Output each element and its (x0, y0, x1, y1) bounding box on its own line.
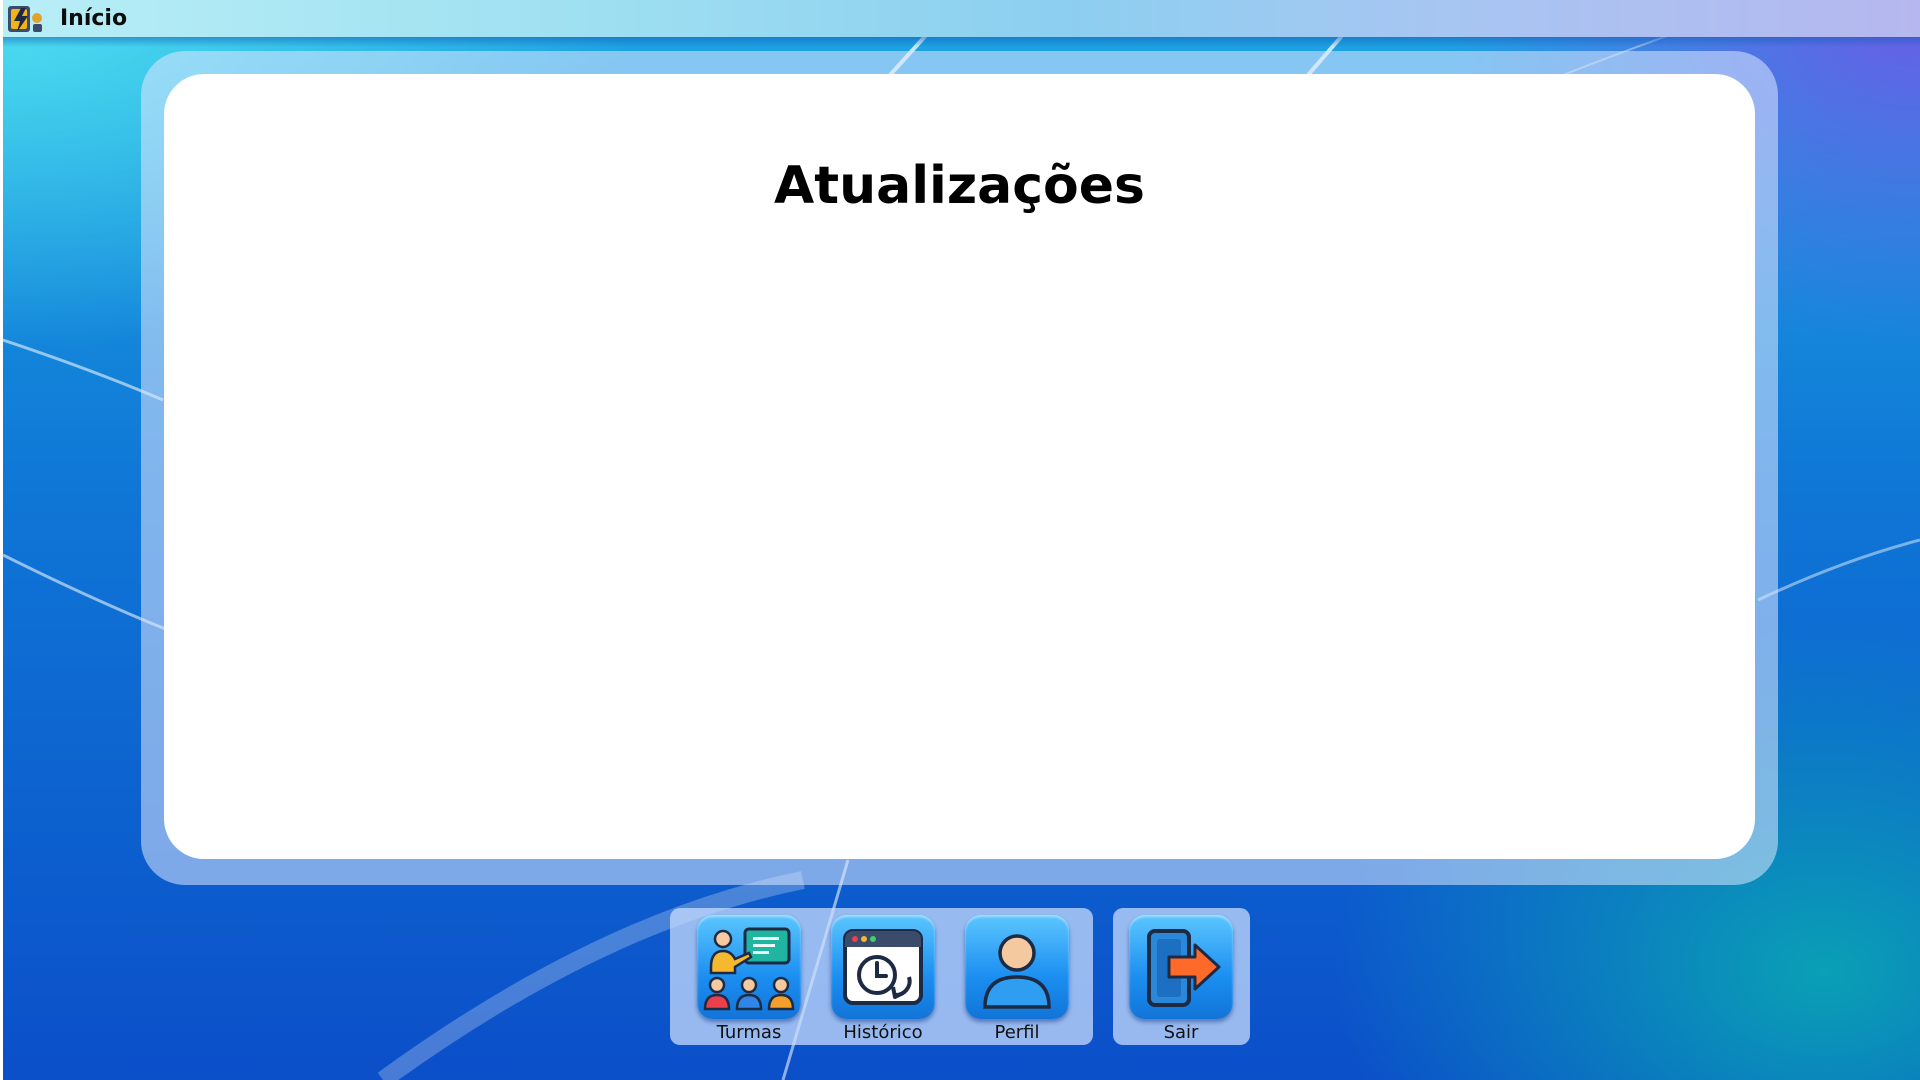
perfil-button[interactable]: Perfil (965, 915, 1069, 1043)
sair-button[interactable]: Sair (1129, 915, 1233, 1043)
perfil-tile[interactable] (965, 915, 1069, 1019)
title-bar: Início (3, 0, 1920, 37)
turmas-label: Turmas (716, 1022, 782, 1043)
updates-panel: Atualizações (164, 74, 1755, 859)
exit-door-icon (1147, 929, 1221, 1007)
user-profile-icon (983, 934, 1051, 1009)
perfil-label: Perfil (994, 1022, 1040, 1043)
sair-label: Sair (1163, 1022, 1199, 1043)
turmas-button[interactable]: Turmas (697, 915, 801, 1043)
history-clock-icon (843, 929, 923, 1005)
sair-tile[interactable] (1129, 915, 1233, 1019)
historico-label: Histórico (843, 1022, 923, 1043)
title-bar-shadow (3, 37, 1920, 47)
updates-heading: Atualizações (774, 156, 1145, 216)
historico-tile[interactable] (831, 915, 935, 1019)
turmas-tile[interactable] (697, 915, 801, 1019)
window-title: Início (60, 6, 128, 31)
screen: Início Atualizações Turmas Histórico Per… (0, 0, 1920, 1080)
classroom-teacher-icon (703, 927, 795, 1011)
app-logo-icon[interactable] (6, 2, 46, 36)
historico-button[interactable]: Histórico (831, 915, 935, 1043)
